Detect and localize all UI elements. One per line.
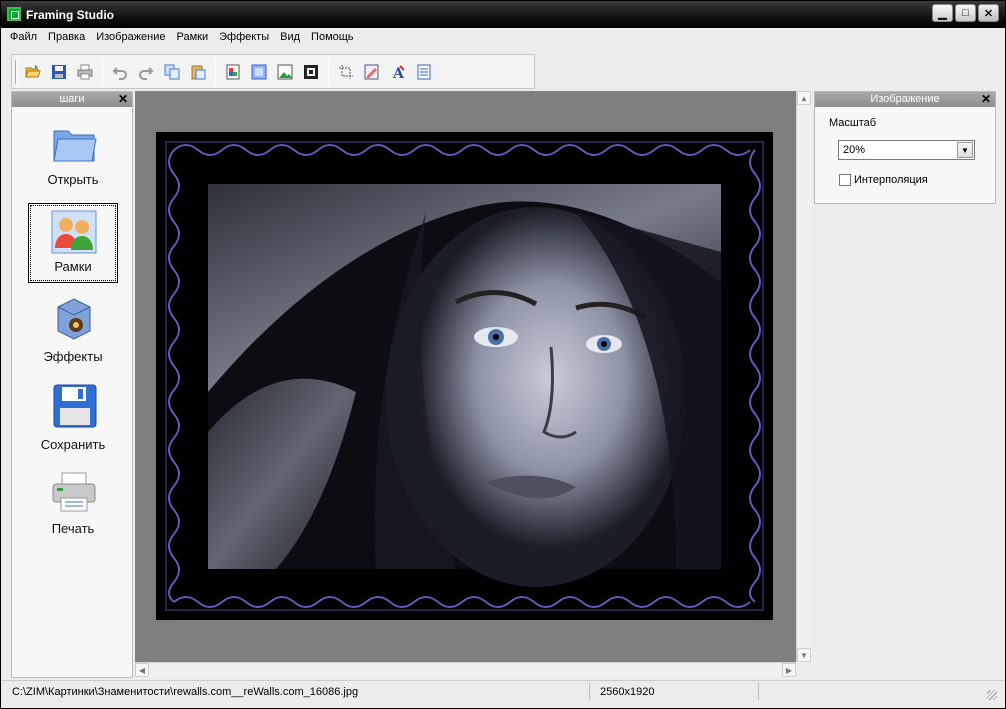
main-toolbar: A [11,54,535,89]
toolbar-separator [215,59,216,84]
menu-help[interactable]: Помощь [306,28,360,48]
image-icon [277,64,293,79]
text-button[interactable]: A [385,59,411,85]
step-save-label: Сохранить [40,437,106,452]
vertical-scrollbar[interactable]: ▲ ▼ [796,91,812,662]
image-panel-title: Изображение [870,93,940,105]
save-icon [52,64,66,79]
status-bar: C:\ZIM\Картинки\Знаменитости\rewalls.com… [1,680,1005,702]
text-icon: A [392,64,405,80]
step-open-label: Открыть [47,172,99,187]
menu-file[interactable]: Файл [5,28,43,48]
steps-panel-header: шаги ✕ [12,92,132,107]
step-print[interactable]: Печать [28,470,118,550]
step-open[interactable]: Открыть [28,119,118,199]
scale-select[interactable]: 20% ▼ [838,140,975,160]
border-button[interactable] [298,59,324,85]
status-separator [589,683,590,700]
chevron-down-icon[interactable]: ▼ [957,142,973,158]
image-panel: Изображение ✕ Масштаб 20% ▼ Интерполяция [814,91,996,204]
copy-button[interactable] [159,59,185,85]
step-save[interactable]: Сохранить [28,382,118,462]
save-button[interactable] [46,59,72,85]
folder-icon [53,130,97,162]
open-folder-icon [25,64,41,77]
steps-panel-title: шаги [59,93,85,105]
fill-icon [251,64,267,79]
redo-button[interactable] [133,59,159,85]
menu-frames[interactable]: Рамки [172,28,215,48]
menu-edit[interactable]: Правка [43,28,91,48]
framing-studio-icon [7,7,21,21]
undo-icon [112,66,127,80]
fill-button[interactable] [246,59,272,85]
minimize-button[interactable]: ▁ [932,4,953,22]
scroll-right-icon[interactable]: ▶ [782,663,796,677]
interpolation-label: Интерполяция [854,174,928,186]
scroll-down-icon[interactable]: ▼ [797,648,811,662]
steps-panel: шаги ✕ Открыть Рамки Эффекты Сохранить П… [11,91,133,678]
scale-label: Масштаб [829,117,877,129]
frame-tool-button[interactable] [220,59,246,85]
step-frames-label: Рамки [54,259,92,274]
status-separator [758,683,759,700]
floppy-disk-icon [53,384,97,428]
framed-photo[interactable] [156,132,773,620]
image-dimensions: 2560x1920 [600,686,655,698]
step-effects-label: Эффекты [43,349,103,364]
step-frames[interactable]: Рамки [28,203,118,283]
menu-view[interactable]: Вид [275,28,306,48]
paste-button[interactable] [185,59,211,85]
horizontal-scrollbar[interactable]: ◀ ▶ [135,662,796,678]
maximize-button[interactable]: □ [955,4,976,22]
paste-icon [191,65,206,79]
interpolation-checkbox[interactable] [839,174,851,186]
border-icon [304,64,318,79]
image-button[interactable] [272,59,298,85]
steps-panel-close-button[interactable]: ✕ [118,92,128,107]
image-panel-close-button[interactable]: ✕ [981,92,991,107]
toolbar-separator [102,59,103,84]
app-window: Framing Studio ▁ □ ✕ Файл Правка Изображ… [0,0,1006,709]
frame-tool-icon [226,64,240,79]
scroll-left-icon[interactable]: ◀ [135,663,149,677]
print-icon [77,64,93,79]
file-path: C:\ZIM\Картинки\Знаменитости\rewalls.com… [12,686,359,698]
window-title: Framing Studio [26,8,114,22]
undo-button[interactable] [107,59,133,85]
scroll-up-icon[interactable]: ▲ [797,91,811,105]
page-icon [417,64,431,79]
users-frame-icon [51,210,97,254]
step-print-label: Печать [51,521,95,536]
print-button[interactable] [72,59,98,85]
close-button[interactable]: ✕ [978,4,999,22]
printer-icon [52,472,96,512]
resize-grip-icon[interactable] [987,690,997,700]
step-effects[interactable]: Эффекты [28,295,118,375]
effects-box-icon [57,298,91,340]
menu-image[interactable]: Изображение [91,28,171,48]
open-button[interactable] [20,59,46,85]
title-bar[interactable]: Framing Studio ▁ □ ✕ [1,1,1005,28]
crop-button[interactable] [333,59,359,85]
menu-bar: Файл Правка Изображение Рамки Эффекты Ви… [1,28,1005,48]
crop-icon [339,64,353,79]
redo-icon [139,66,154,80]
page-button[interactable] [411,59,437,85]
toolbar-grip[interactable] [15,60,18,84]
photo-preview-image [156,132,773,620]
toolbar-separator [328,59,329,84]
menu-effects[interactable]: Эффекты [214,28,275,48]
edit-image-icon [364,64,379,79]
copy-icon [164,64,180,79]
image-panel-header: Изображение ✕ [815,92,995,107]
scale-value: 20% [843,144,866,156]
interpolation-option[interactable]: Интерполяция [839,174,928,186]
edit-image-button[interactable] [359,59,385,85]
